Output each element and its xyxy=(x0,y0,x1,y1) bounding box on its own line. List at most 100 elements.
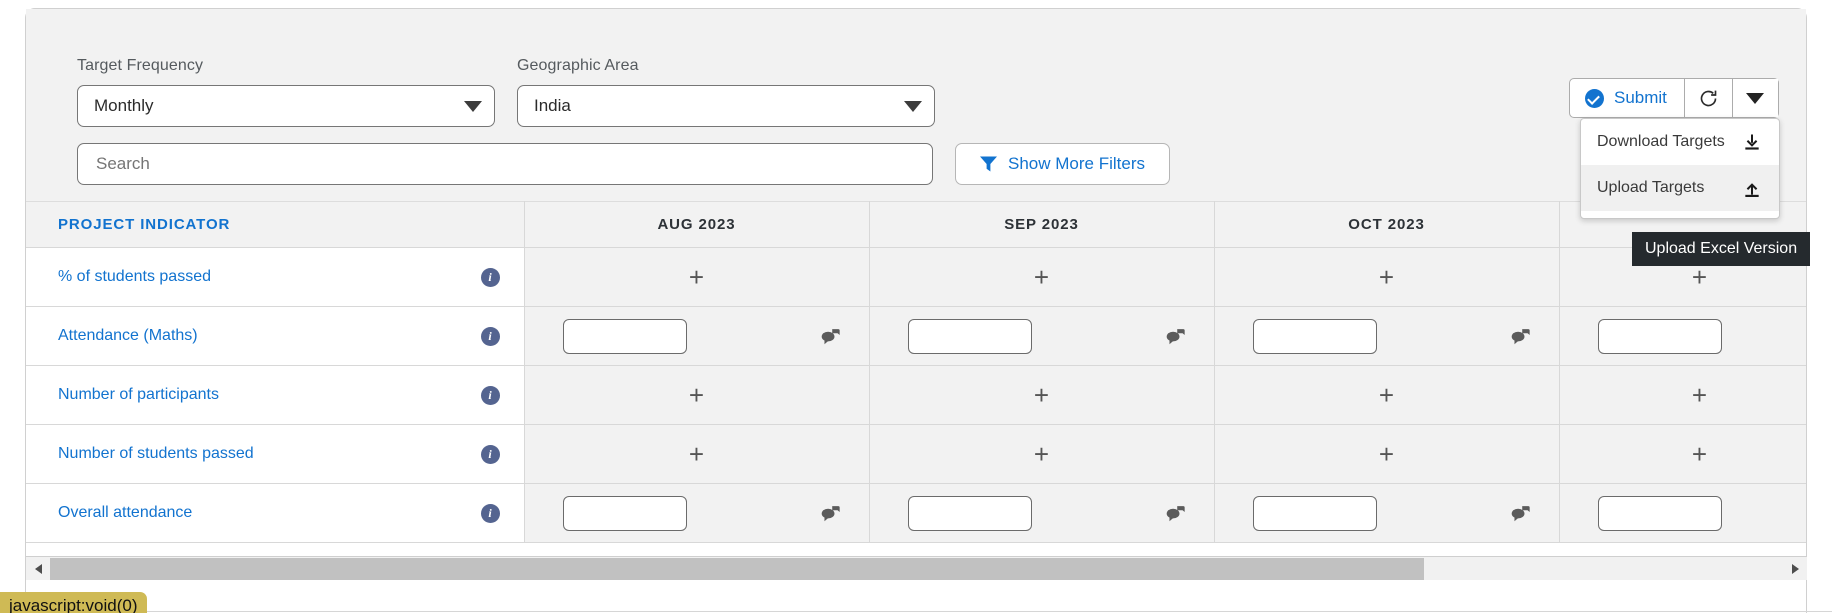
indicator-link[interactable]: Attendance (Maths) xyxy=(58,327,198,345)
download-icon xyxy=(1745,134,1759,150)
scrollbar-track[interactable] xyxy=(50,557,1783,581)
indicator-link[interactable]: Overall attendance xyxy=(58,504,192,522)
target-frequency-label: Target Frequency xyxy=(77,57,204,74)
search-input[interactable] xyxy=(94,153,916,175)
submit-button[interactable]: Submit xyxy=(1570,79,1685,117)
target-frequency-value: Monthly xyxy=(94,96,154,115)
indicator-cell: Number of participants i xyxy=(26,365,525,425)
target-value-input[interactable] xyxy=(562,318,687,354)
targets-table-wrapper: PROJECT INDICATOR AUG 2023 SEP 2023 OCT … xyxy=(26,201,1806,556)
add-target-button[interactable]: + xyxy=(526,382,868,408)
comment-icon[interactable] xyxy=(1166,328,1185,345)
add-target-button[interactable]: + xyxy=(871,441,1213,467)
menu-item-download-targets[interactable]: Download Targets xyxy=(1581,119,1779,165)
filter-bar: Target Frequency Monthly Geographic Area… xyxy=(26,9,1806,201)
target-cell: + xyxy=(1214,247,1560,307)
chevron-left-icon xyxy=(34,563,42,574)
target-cell: + xyxy=(524,247,870,307)
upload-tooltip: Upload Excel Version xyxy=(1632,232,1811,266)
show-more-filters-label: Show More Filters xyxy=(1008,154,1145,173)
horizontal-scrollbar[interactable] xyxy=(26,556,1807,580)
info-icon[interactable]: i xyxy=(480,503,500,523)
scroll-right-button[interactable] xyxy=(1783,557,1807,581)
comment-icon[interactable] xyxy=(821,328,840,345)
table-header: PROJECT INDICATOR AUG 2023 SEP 2023 OCT … xyxy=(26,201,1806,248)
add-target-button[interactable]: + xyxy=(1216,264,1558,290)
chevron-down-icon xyxy=(464,100,482,112)
indicator-cell: Number of students passed i xyxy=(26,424,525,484)
comment-icon[interactable] xyxy=(1511,328,1530,345)
target-value-input[interactable] xyxy=(1597,495,1722,531)
table-row: Number of participants i + + + + xyxy=(26,365,1807,425)
check-circle-icon xyxy=(1585,88,1604,108)
column-header-sep-2023[interactable]: SEP 2023 xyxy=(869,201,1215,248)
comment-icon[interactable] xyxy=(1166,505,1185,522)
refresh-icon xyxy=(1700,90,1717,106)
indicator-cell: % of students passed i xyxy=(26,247,525,307)
submit-dropdown-toggle[interactable] xyxy=(1732,79,1778,117)
target-cell: + xyxy=(869,247,1215,307)
indicator-link[interactable]: % of students passed xyxy=(58,268,211,286)
scrollbar-thumb[interactable] xyxy=(50,557,1424,580)
submit-dropdown-menu: Download Targets Upload Targets xyxy=(1580,118,1780,219)
table-row: Number of students passed i + + + + xyxy=(26,424,1807,484)
add-target-button[interactable]: + xyxy=(871,382,1213,408)
add-target-button[interactable]: + xyxy=(526,264,868,290)
info-icon[interactable]: i xyxy=(480,385,500,405)
add-target-button[interactable]: + xyxy=(1216,441,1558,467)
targets-table: PROJECT INDICATOR AUG 2023 SEP 2023 OCT … xyxy=(26,201,1806,543)
menu-item-upload-targets[interactable]: Upload Targets xyxy=(1581,165,1779,211)
search-box[interactable] xyxy=(77,143,933,185)
add-target-button[interactable]: + xyxy=(1561,441,1807,467)
refresh-button[interactable] xyxy=(1685,79,1733,117)
target-frequency-select[interactable]: Monthly xyxy=(77,85,495,127)
indicator-cell: Overall attendance i xyxy=(26,483,525,543)
add-target-button[interactable]: + xyxy=(871,264,1213,290)
target-cell xyxy=(1214,483,1560,543)
target-value-input[interactable] xyxy=(1252,318,1377,354)
target-value-input[interactable] xyxy=(907,495,1032,531)
scroll-left-button[interactable] xyxy=(26,557,50,581)
column-header-project-indicator[interactable]: PROJECT INDICATOR xyxy=(26,201,525,248)
target-cell: + xyxy=(524,424,870,484)
filter-icon xyxy=(980,156,997,172)
add-target-button[interactable]: + xyxy=(1561,382,1807,408)
indicator-cell: Attendance (Maths) i xyxy=(26,306,525,366)
comment-icon[interactable] xyxy=(821,505,840,522)
indicator-link[interactable]: Number of students passed xyxy=(58,445,254,463)
target-value-input[interactable] xyxy=(562,495,687,531)
info-icon[interactable]: i xyxy=(480,444,500,464)
target-cell: + xyxy=(1214,365,1560,425)
chevron-down-icon xyxy=(904,100,922,112)
geographic-area-select[interactable]: India xyxy=(517,85,935,127)
chevron-right-icon xyxy=(1791,563,1799,574)
table-row: Attendance (Maths) i xyxy=(26,306,1806,366)
indicator-link[interactable]: Number of participants xyxy=(58,386,219,404)
target-cell: + xyxy=(869,365,1215,425)
add-target-button[interactable]: + xyxy=(1216,382,1558,408)
target-cell xyxy=(524,483,870,543)
geographic-area-label: Geographic Area xyxy=(517,57,639,74)
info-icon[interactable]: i xyxy=(480,326,500,346)
column-header-aug-2023[interactable]: AUG 2023 xyxy=(524,201,870,248)
target-value-input[interactable] xyxy=(1252,495,1377,531)
target-cell xyxy=(524,306,870,366)
info-icon[interactable]: i xyxy=(480,267,500,287)
show-more-filters-button[interactable]: Show More Filters xyxy=(955,143,1170,185)
menu-item-label: Download Targets xyxy=(1597,133,1725,150)
target-value-input[interactable] xyxy=(1597,318,1722,354)
target-cell: + xyxy=(1559,365,1807,425)
add-target-button[interactable]: + xyxy=(1561,264,1807,290)
target-cell xyxy=(869,483,1215,543)
status-bar-link-hint: javascript:void(0) xyxy=(0,592,147,613)
submit-label: Submit xyxy=(1614,88,1667,107)
target-cell xyxy=(1214,306,1560,366)
target-cell xyxy=(1559,306,1806,366)
comment-icon[interactable] xyxy=(1511,505,1530,522)
column-header-oct-2023[interactable]: OCT 2023 xyxy=(1214,201,1560,248)
target-value-input[interactable] xyxy=(907,318,1032,354)
add-target-button[interactable]: + xyxy=(526,441,868,467)
upload-icon xyxy=(1745,183,1759,197)
table-header-row: PROJECT INDICATOR AUG 2023 SEP 2023 OCT … xyxy=(26,201,1806,248)
target-cell xyxy=(869,306,1215,366)
